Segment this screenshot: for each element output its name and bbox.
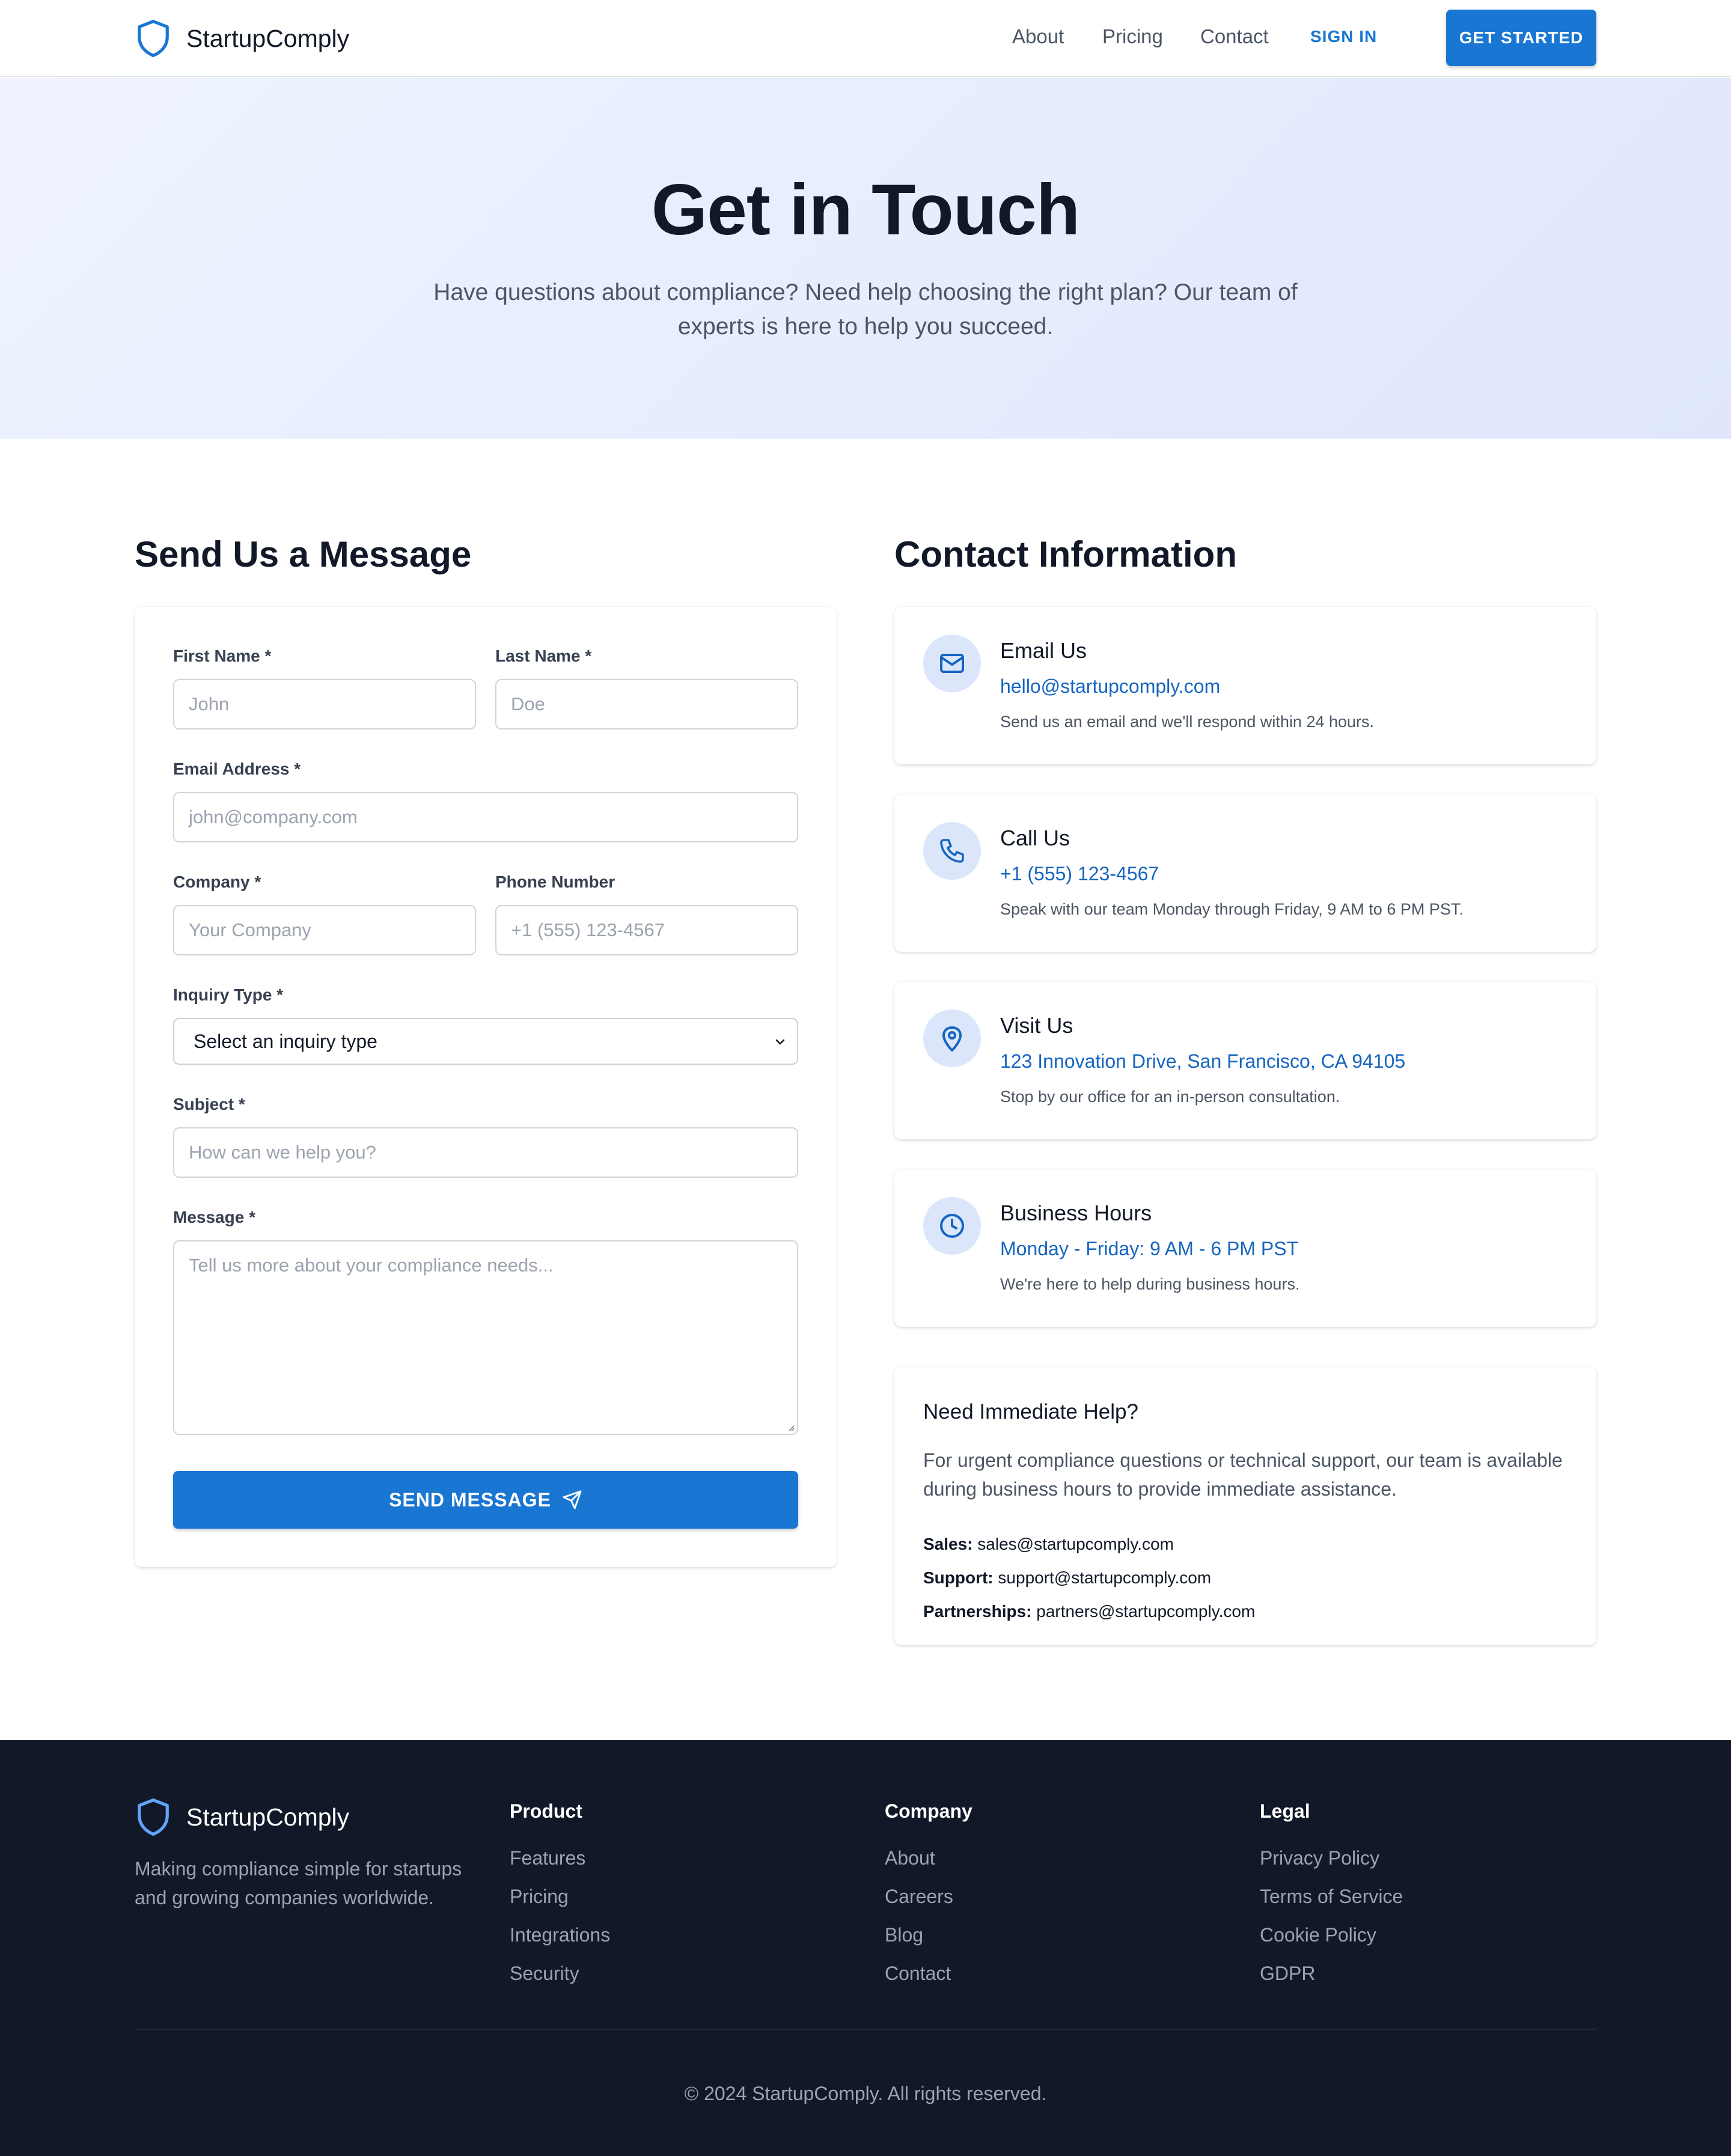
send-icon — [563, 1490, 582, 1509]
top-navbar: StartupComply About Pricing Contact SIGN… — [0, 0, 1731, 77]
first-name-field[interactable]: John — [173, 679, 476, 729]
nav-about[interactable]: About — [1012, 25, 1064, 48]
footer-tagline: Making compliance simple for startups an… — [135, 1858, 462, 1908]
last-name-field[interactable]: Doe — [495, 679, 798, 729]
contact-section-title: Contact Information — [894, 534, 1237, 574]
email-link[interactable]: hello@startupcomply.com — [1000, 675, 1220, 698]
footer-link-pricing[interactable]: Pricing — [510, 1886, 569, 1908]
footer-brand-logo[interactable]: StartupComply — [135, 1797, 349, 1838]
footer: StartupComply Making compliance simple f… — [0, 1740, 1731, 2156]
help-support: Support: support@startupcomply.com — [923, 1568, 1211, 1588]
footer-brand-name: StartupComply — [186, 1803, 350, 1831]
visit-card-title: Visit Us — [1000, 1013, 1073, 1038]
footer-link-security[interactable]: Security — [510, 1963, 579, 1985]
footer-link-about[interactable]: About — [885, 1847, 935, 1869]
email-icon-circle — [923, 635, 981, 692]
help-support-email[interactable]: support@startupcomply.com — [998, 1568, 1211, 1587]
company-label: Company * — [173, 872, 261, 891]
email-field[interactable]: john@company.com — [173, 792, 798, 842]
form-section-title: Send Us a Message — [135, 534, 472, 574]
footer-link-integrations[interactable]: Integrations — [510, 1924, 610, 1946]
help-partnerships-label: Partnerships: — [923, 1602, 1032, 1621]
address-link[interactable]: 123 Innovation Drive, San Francisco, CA … — [1000, 1050, 1405, 1073]
shield-icon — [138, 1798, 169, 1836]
footer-link-terms[interactable]: Terms of Service — [1260, 1886, 1403, 1908]
hours-value: Monday - Friday: 9 AM - 6 PM PST — [1000, 1238, 1299, 1259]
subject-label: Subject * — [173, 1095, 245, 1113]
footer-copyright: © 2024 StartupComply. All rights reserve… — [684, 2083, 1047, 2104]
help-support-label: Support: — [923, 1568, 994, 1587]
get-started-button[interactable]: GET STARTED — [1446, 10, 1596, 66]
sign-in-button[interactable]: SIGN IN — [1310, 27, 1377, 46]
resize-handle-icon[interactable] — [786, 1423, 795, 1431]
immediate-help-card: Need Immediate Help? For urgent complian… — [894, 1366, 1596, 1645]
shield-icon — [138, 20, 169, 57]
mail-icon — [940, 654, 964, 673]
page-title: Get in Touch — [651, 169, 1080, 250]
phone-icon — [940, 839, 964, 863]
visit-card: Visit Us 123 Innovation Drive, San Franc… — [894, 982, 1596, 1139]
message-placeholder: Tell us more about your compliance needs… — [189, 1255, 554, 1276]
clock-icon — [940, 1214, 964, 1238]
footer-divider — [135, 2029, 1596, 2030]
footer-col-company-title: Company — [885, 1800, 972, 1822]
help-sales-label: Sales: — [923, 1535, 973, 1553]
send-message-button[interactable]: SEND MESSAGE — [173, 1471, 798, 1529]
inquiry-type-select[interactable]: Select an inquiry type — [173, 1018, 798, 1065]
help-title: Need Immediate Help? — [923, 1400, 1138, 1424]
footer-link-contact[interactable]: Contact — [885, 1963, 951, 1985]
footer-link-privacy[interactable]: Privacy Policy — [1260, 1847, 1379, 1869]
nav-contact[interactable]: Contact — [1200, 25, 1269, 48]
location-icon-circle — [923, 1009, 981, 1067]
message-label: Message * — [173, 1208, 255, 1226]
email-card: Email Us hello@startupcomply.com Send us… — [894, 607, 1596, 764]
message-field[interactable]: Tell us more about your compliance needs… — [173, 1240, 798, 1435]
last-name-label: Last Name * — [495, 647, 592, 665]
phone-card: Call Us +1 (555) 123-4567 Speak with our… — [894, 794, 1596, 952]
phone-card-desc: Speak with our team Monday through Frida… — [1000, 900, 1464, 918]
footer-col-product-title: Product — [510, 1800, 582, 1822]
inquiry-type-value: Select an inquiry type — [194, 1030, 377, 1052]
contact-form: First Name * John Last Name * Doe Email … — [135, 607, 837, 1567]
phone-field[interactable]: +1 (555) 123-4567 — [495, 905, 798, 955]
first-name-label: First Name * — [173, 647, 272, 665]
phone-icon-circle — [923, 822, 981, 880]
subject-field[interactable]: How can we help you? — [173, 1127, 798, 1178]
footer-link-blog[interactable]: Blog — [885, 1924, 923, 1946]
brand-logo[interactable]: StartupComply — [135, 18, 349, 59]
help-sales-email[interactable]: sales@startupcomply.com — [977, 1535, 1174, 1553]
hours-card: Business Hours Monday - Friday: 9 AM - 6… — [894, 1169, 1596, 1327]
inquiry-type-label: Inquiry Type * — [173, 985, 284, 1004]
email-card-title: Email Us — [1000, 638, 1087, 663]
location-pin-icon — [942, 1026, 962, 1052]
footer-link-cookies[interactable]: Cookie Policy — [1260, 1924, 1376, 1946]
footer-col-legal-title: Legal — [1260, 1800, 1310, 1822]
nav-pricing[interactable]: Pricing — [1102, 25, 1163, 48]
hero-subtitle: Have questions about compliance? Need he… — [433, 279, 1298, 340]
phone-label: Phone Number — [495, 872, 615, 891]
brand-name: StartupComply — [186, 24, 350, 52]
footer-link-careers[interactable]: Careers — [885, 1886, 953, 1908]
chevron-down-icon — [775, 1039, 785, 1045]
company-field[interactable]: Your Company — [173, 905, 476, 955]
hours-card-desc: We're here to help during business hours… — [1000, 1275, 1300, 1293]
email-label: Email Address * — [173, 760, 301, 778]
help-partnerships: Partnerships: partners@startupcomply.com — [923, 1602, 1255, 1621]
help-partnerships-email[interactable]: partners@startupcomply.com — [1036, 1602, 1255, 1621]
email-card-desc: Send us an email and we'll respond withi… — [1000, 713, 1375, 731]
help-sales: Sales: sales@startupcomply.com — [923, 1535, 1174, 1554]
hours-card-title: Business Hours — [1000, 1201, 1152, 1225]
visit-card-desc: Stop by our office for an in-person cons… — [1000, 1088, 1340, 1106]
phone-card-title: Call Us — [1000, 826, 1070, 850]
help-text: For urgent compliance questions or techn… — [923, 1449, 1563, 1500]
footer-link-features[interactable]: Features — [510, 1847, 585, 1869]
clock-icon-circle — [923, 1197, 981, 1255]
footer-link-gdpr[interactable]: GDPR — [1260, 1963, 1315, 1985]
phone-link[interactable]: +1 (555) 123-4567 — [1000, 863, 1159, 885]
hero-section: Get in Touch Have questions about compli… — [0, 78, 1731, 439]
send-message-label: SEND MESSAGE — [389, 1488, 551, 1511]
